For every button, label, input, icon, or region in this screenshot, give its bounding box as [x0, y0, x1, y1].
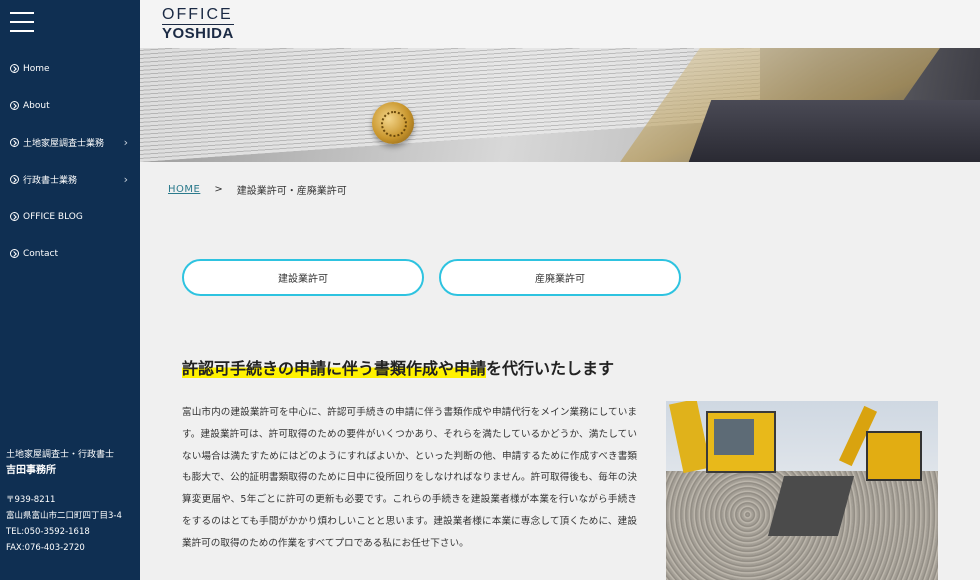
- arrow-circle-icon: [10, 249, 19, 258]
- breadcrumb-current: 建設業許可・産廃業許可: [236, 186, 347, 197]
- tab-label: 建設業許可: [278, 274, 328, 285]
- arrow-circle-icon: [10, 101, 19, 110]
- office-name: 吉田事務所: [6, 465, 56, 476]
- main-content: OFFICE YOSHIDA HOME > 建設業許可・産廃業許可 建設業許可 …: [140, 0, 980, 580]
- arrow-circle-icon: [10, 175, 19, 184]
- excavator-photo: [666, 401, 938, 580]
- hamburger-menu-icon[interactable]: [10, 12, 34, 32]
- sidebar-nav: Home About 土地家屋調査士業務 › 行政書士業務 › OFFICE B…: [0, 50, 140, 272]
- excavator-2: [866, 431, 922, 481]
- sidebar-item-land-surveyor[interactable]: 土地家屋調査士業務 ›: [0, 124, 140, 161]
- office-title: 土地家屋調査士・行政書士: [6, 450, 115, 460]
- sidebar-item-admin-scrivener[interactable]: 行政書士業務 ›: [0, 161, 140, 198]
- body-paragraph: 富山市内の建設業許可を中心に、許認可手続きの申請に伴う書類作成や申請代行をメイン…: [182, 407, 637, 549]
- arrow-circle-icon: [10, 212, 19, 221]
- arrow-circle-icon: [10, 64, 19, 73]
- office-address: 富山県富山市二口町四丁目3-4: [6, 511, 122, 521]
- sidebar-item-label: 行政書士業務: [23, 176, 78, 186]
- excavator-arm: [669, 401, 711, 474]
- sidebar-item-label: 土地家屋調査士業務: [23, 139, 105, 149]
- sidebar-item-blog[interactable]: OFFICE BLOG: [0, 198, 140, 235]
- gold-badge-icon: [372, 102, 414, 144]
- site-logo[interactable]: OFFICE YOSHIDA: [162, 6, 234, 42]
- office-tel: TEL:050-3592-1618: [6, 527, 90, 537]
- heading-highlight: 許認可手続きの申請に伴う書類作成や申請: [182, 359, 487, 378]
- sidebar-item-about[interactable]: About: [0, 87, 140, 124]
- sidebar-item-label: About: [23, 100, 50, 111]
- breadcrumb: HOME > 建設業許可・産廃業許可: [168, 182, 347, 197]
- office-info: 土地家屋調査士・行政書士 吉田事務所 〒939-8211 富山県富山市二口町四丁…: [6, 448, 136, 556]
- sidebar-item-contact[interactable]: Contact: [0, 235, 140, 272]
- office-postal: 〒939-8211: [6, 495, 56, 505]
- heading-rest: を代行いたします: [486, 359, 615, 378]
- laptop-image: [688, 100, 980, 162]
- tab-label: 産廃業許可: [535, 274, 585, 285]
- excavator-cab: [706, 411, 776, 473]
- tab-construction-permit[interactable]: 建設業許可: [182, 259, 424, 296]
- chevron-right-icon[interactable]: ›: [124, 173, 128, 186]
- sidebar-item-home[interactable]: Home: [0, 50, 140, 87]
- hero-image: OFFICE YOSHIDA: [140, 0, 980, 162]
- office-fax: FAX:076-403-2720: [6, 543, 85, 553]
- logo-line1: OFFICE: [162, 6, 233, 23]
- sidebar-item-label: OFFICE BLOG: [23, 211, 83, 222]
- tab-waste-permit[interactable]: 産廃業許可: [439, 259, 681, 296]
- section-heading: 許認可手続きの申請に伴う書類作成や申請を代行いたします: [182, 355, 614, 379]
- sidebar: Home About 土地家屋調査士業務 › 行政書士業務 › OFFICE B…: [0, 0, 140, 580]
- logo-line2: YOSHIDA: [162, 24, 234, 42]
- sidebar-item-label: Home: [23, 63, 50, 74]
- breadcrumb-separator: >: [214, 184, 223, 195]
- header-bar: OFFICE YOSHIDA: [140, 0, 980, 48]
- arrow-circle-icon: [10, 138, 19, 147]
- chevron-right-icon[interactable]: ›: [124, 136, 128, 149]
- sidebar-item-label: Contact: [23, 248, 59, 259]
- breadcrumb-home-link[interactable]: HOME: [168, 184, 200, 195]
